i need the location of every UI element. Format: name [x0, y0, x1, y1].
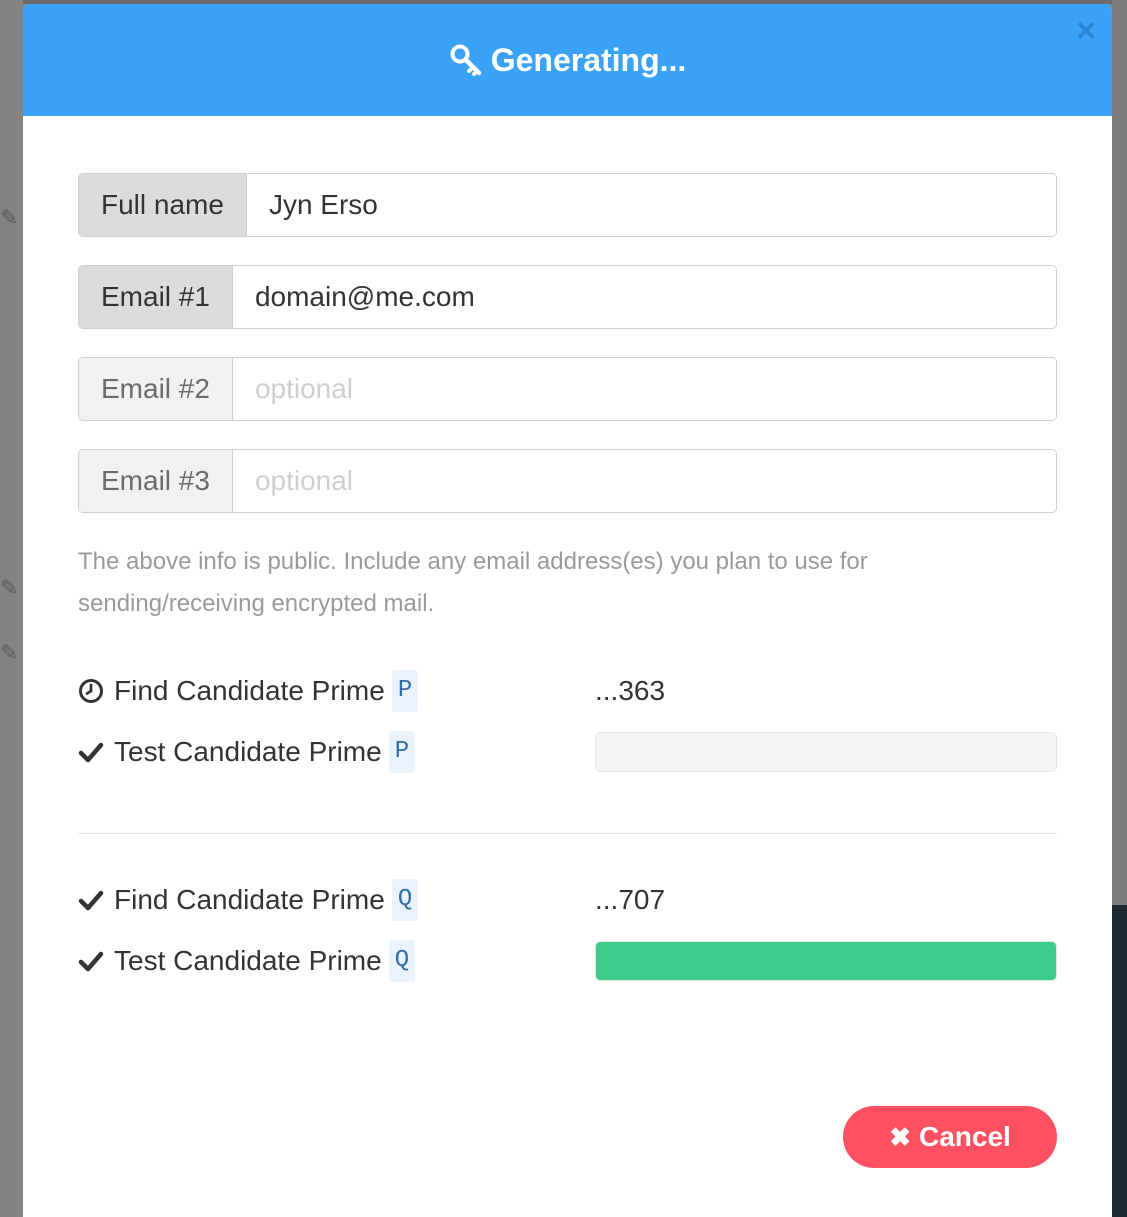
check-icon [78, 890, 104, 911]
generating-modal: Generating... × Full name Email #1 Email… [23, 4, 1112, 1217]
progress-fill [596, 942, 1056, 980]
email-1-label: Email #1 [79, 266, 233, 328]
modal-title: Generating... [449, 41, 687, 79]
email-3-group: Email #3 [78, 449, 1057, 513]
times-icon: ✖ [889, 1121, 911, 1152]
close-icon[interactable]: × [1076, 14, 1096, 48]
full-name-label: Full name [79, 174, 247, 236]
test-progress-bar-p [595, 732, 1057, 772]
step-label: Test Candidate Prime [114, 736, 382, 767]
step-test-prime-q: Test Candidate Prime Q [78, 938, 1057, 984]
step-find-prime-p: Find Candidate Prime P ...363 [78, 668, 1057, 714]
email-2-label: Email #2 [79, 358, 233, 420]
step-label: Test Candidate Prime [114, 945, 382, 976]
email-2-field[interactable] [232, 358, 1056, 420]
background-panel [1112, 905, 1127, 1217]
email-1-group: Email #1 [78, 265, 1057, 329]
full-name-field[interactable] [246, 174, 1056, 236]
step-label: Find Candidate Prime [114, 675, 385, 706]
background-left-edge [0, 0, 23, 1217]
clock-icon [79, 679, 103, 703]
prime-value: ...707 [595, 884, 666, 915]
modal-body: Full name Email #1 Email #2 Email #3 The… [23, 116, 1112, 984]
prime-badge: Q [388, 940, 416, 982]
cancel-button[interactable]: ✖ Cancel [843, 1106, 1057, 1168]
step-test-prime-p: Test Candidate Prime P [78, 729, 1057, 775]
modal-title-text: Generating... [490, 41, 687, 78]
prime-badge: P [388, 731, 416, 773]
key-icon [450, 44, 481, 76]
step-label: Find Candidate Prime [114, 884, 385, 915]
email-2-group: Email #2 [78, 357, 1057, 421]
modal-header: Generating... × [23, 4, 1112, 116]
step-find-prime-q: Find Candidate Prime Q ...707 [78, 877, 1057, 923]
prime-value: ...363 [595, 675, 666, 706]
cancel-label: Cancel [918, 1121, 1011, 1152]
divider [78, 833, 1057, 834]
full-name-group: Full name [78, 173, 1057, 237]
pencil-icon: ✎ [0, 640, 19, 665]
email-3-label: Email #3 [79, 450, 233, 512]
check-icon [78, 742, 104, 763]
email-1-field[interactable] [232, 266, 1056, 328]
help-text: The above info is public. Include any em… [78, 548, 868, 617]
prime-badge: P [391, 670, 419, 712]
test-progress-bar-q [595, 941, 1057, 981]
pencil-icon: ✎ [0, 205, 19, 230]
email-3-field[interactable] [232, 450, 1056, 512]
prime-badge: Q [391, 879, 419, 921]
check-icon [78, 951, 104, 972]
pencil-icon: ✎ [0, 575, 19, 600]
